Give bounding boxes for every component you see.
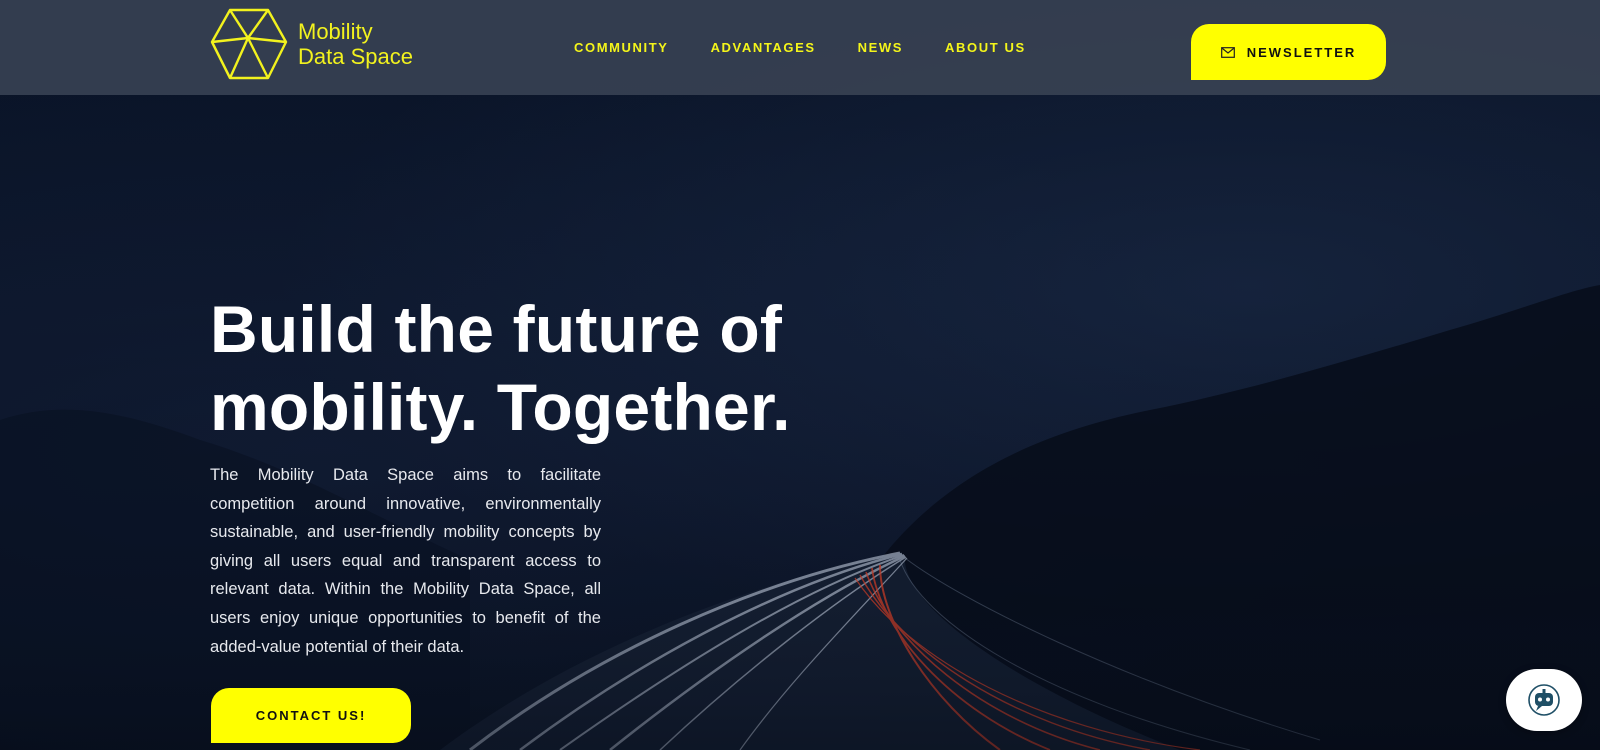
brand-logo[interactable]: Mobility Data Space [210,8,430,80]
nav-item-news[interactable]: NEWS [858,40,903,55]
page: Mobility Data Space COMMUNITY ADVANTAGES… [0,0,1600,750]
logo-hexagon-icon [210,8,288,80]
contact-us-button[interactable]: CONTACT US! [211,688,411,743]
hero-description: The Mobility Data Space aims to facilita… [210,466,601,656]
newsletter-label: NEWSLETTER [1246,44,1357,60]
nav-item-about-us[interactable]: ABOUT US [945,40,1026,55]
hero-title-line2: mobility. Together. [210,370,791,444]
chatbot-icon [1528,684,1560,716]
site-header: Mobility Data Space COMMUNITY ADVANTAGES… [0,0,1600,95]
hero-title: Build the future of mobility. Together. [210,290,791,446]
contact-us-label: CONTACT US! [255,708,367,723]
brand-name-line1: Mobility [298,19,373,44]
brand-name: Mobility Data Space [298,19,413,69]
main-nav: COMMUNITY ADVANTAGES NEWS ABOUT US [574,40,1068,55]
newsletter-button[interactable]: NEWSLETTER [1191,24,1386,80]
chat-widget-button[interactable] [1506,669,1582,731]
nav-item-community[interactable]: COMMUNITY [574,40,669,55]
hero-title-line1: Build the future of [210,292,783,366]
brand-name-line2: Data Space [298,44,413,69]
mail-icon [1220,46,1235,58]
nav-item-advantages[interactable]: ADVANTAGES [711,40,816,55]
